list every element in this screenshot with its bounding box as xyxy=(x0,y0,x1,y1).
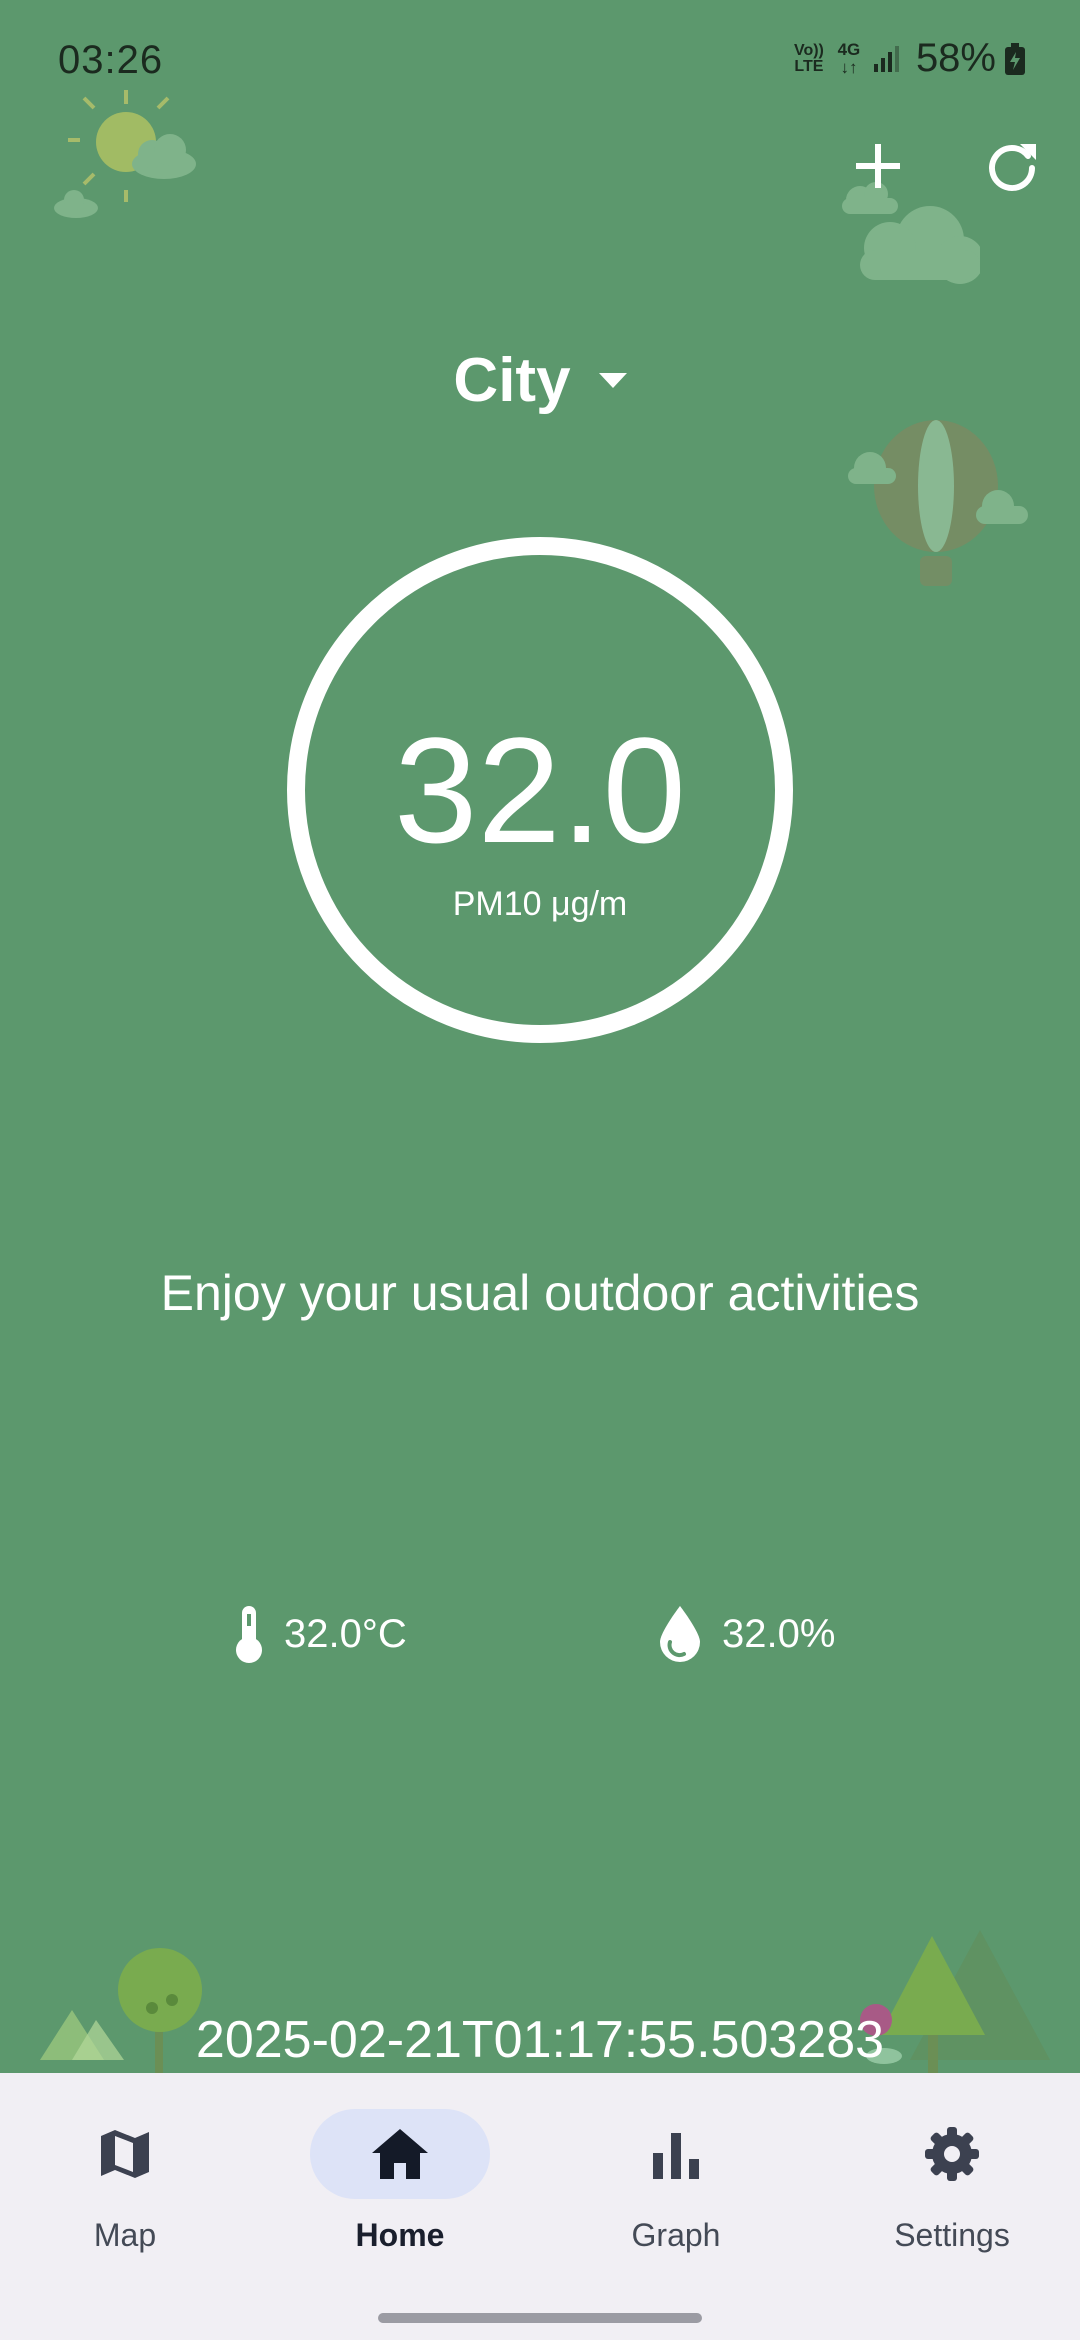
battery-charging-icon xyxy=(1005,42,1025,75)
gear-icon xyxy=(925,2127,979,2181)
gesture-home-indicator[interactable] xyxy=(378,2313,702,2323)
nav-label-settings: Settings xyxy=(894,2217,1010,2253)
battery-level: 58% xyxy=(915,36,996,80)
nav-item-home[interactable]: Home xyxy=(300,2109,500,2259)
nav-item-settings[interactable]: Settings xyxy=(852,2109,1052,2259)
refresh-icon xyxy=(989,144,1036,191)
network-type-indicator: 4G ↓↑ xyxy=(837,39,861,77)
status-time: 03:26 xyxy=(58,38,164,82)
city-name: City xyxy=(453,346,571,415)
nav-label-graph: Graph xyxy=(631,2217,721,2253)
air-quality-advice: Enjoy your usual outdoor activities xyxy=(160,1265,920,1321)
sun-cloud-illustration xyxy=(54,90,196,218)
status-indicators: Vo)) LTE 4G ↓↑ 58% xyxy=(792,36,1026,81)
water-drop-icon xyxy=(660,1606,700,1662)
nav-label-home: Home xyxy=(355,2217,445,2253)
main-area: 03:26 Vo)) LTE 4G ↓↑ 58% City 32.0 PM10 … xyxy=(0,0,1080,2073)
humidity-value: 32.0% xyxy=(722,1611,836,1656)
nav-label-map: Map xyxy=(93,2217,157,2253)
bottom-navigation: Map Home Graph Settings xyxy=(0,2073,1080,2340)
add-location-button[interactable] xyxy=(842,130,914,202)
active-indicator-pill xyxy=(310,2109,490,2199)
pm10-unit: PM10 μg/m xyxy=(452,885,628,923)
app-screen: 03:26 Vo)) LTE 4G ↓↑ 58% City 32.0 PM10 … xyxy=(0,0,1080,2340)
signal-icon xyxy=(873,45,899,72)
home-icon xyxy=(372,2129,428,2179)
caret-down-icon xyxy=(598,372,627,388)
humidity-stat: 32.0% xyxy=(656,1604,835,1664)
nav-item-map[interactable]: Map xyxy=(25,2109,225,2259)
nav-item-graph[interactable]: Graph xyxy=(576,2109,776,2259)
hot-air-balloon-illustration xyxy=(848,420,1028,586)
thermometer-icon xyxy=(236,1606,262,1663)
pm10-gauge: 32.0 PM10 μg/m xyxy=(287,537,793,1043)
refresh-button[interactable] xyxy=(976,130,1048,202)
city-selector[interactable]: City xyxy=(0,345,1080,416)
pm10-value: 32.0 xyxy=(394,706,686,874)
volte-indicator: Vo)) LTE xyxy=(793,41,824,75)
temperature-value: 32.0°C xyxy=(284,1611,407,1656)
bar-chart-icon xyxy=(653,2133,699,2179)
plus-icon xyxy=(856,144,900,188)
last-updated-timestamp: 2025-02-21T01:17:55.503283 xyxy=(195,2011,885,2069)
map-icon xyxy=(101,2130,149,2178)
temperature-stat: 32.0°C xyxy=(232,1604,407,1664)
